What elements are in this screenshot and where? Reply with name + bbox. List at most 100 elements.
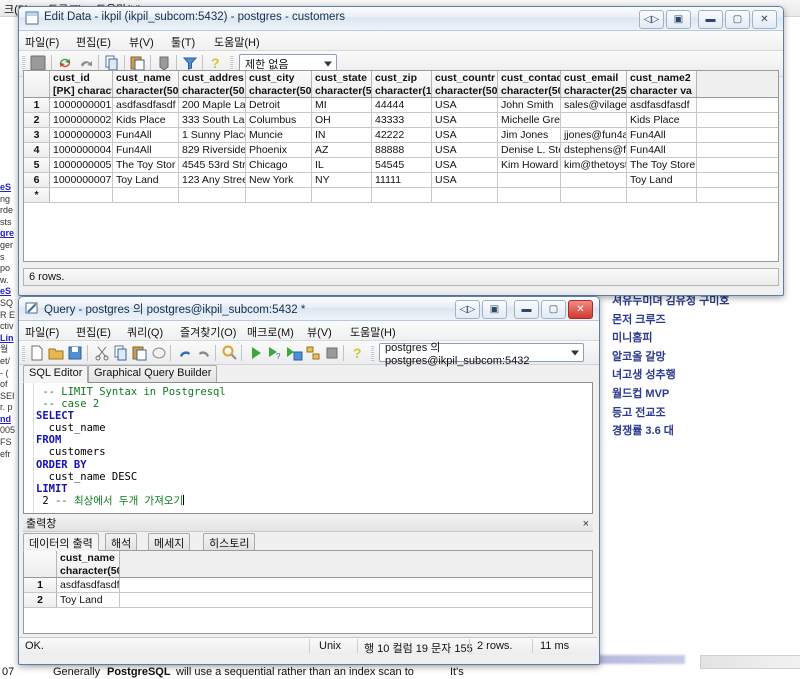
table-cell-cust_city[interactable]: Phoenix: [246, 143, 312, 157]
table-cell-cust_name[interactable]: Toy Land: [113, 173, 179, 187]
restore-down-icon[interactable]: ◁▷: [639, 10, 664, 29]
edit-data-grid[interactable]: cust_id [PK] charact cust_name character(50…: [23, 70, 779, 262]
table-row[interactable]: 6 1000000007 Toy Land 123 Any Stree New York…: [24, 173, 778, 188]
table-cell-cust_zip[interactable]: 11111: [372, 173, 432, 187]
sql-code[interactable]: -- LIMIT Syntax in Postgresql -- case 2S…: [36, 386, 590, 507]
query-titlebar[interactable]: Query - postgres 의 postgres@ikpil_subcom…: [19, 297, 599, 321]
menu-edit[interactable]: 편집(E): [76, 34, 111, 50]
row-number[interactable]: 1: [24, 98, 50, 112]
column-header-cust_name[interactable]: cust_name character(50: [113, 71, 179, 97]
menu-help[interactable]: 도움말(H): [214, 34, 260, 50]
column-header-cust_countr[interactable]: cust_countr character(50: [432, 71, 498, 97]
table-cell-cust_name[interactable]: asdfasdfasdf: [113, 98, 179, 112]
table-cell-cust_countr[interactable]: USA: [432, 158, 498, 172]
table-row[interactable]: 1 asdfasdfasdf: [24, 578, 592, 593]
table-cell-cust_name2[interactable]: Toy Land: [627, 173, 697, 187]
table-cell-cust_contac[interactable]: Denise L. Ste|: [498, 143, 561, 157]
new-file-icon[interactable]: [28, 344, 46, 362]
maximize-icon[interactable]: ▢: [725, 10, 750, 29]
row-number[interactable]: 4: [24, 143, 50, 157]
row-number[interactable]: 3: [24, 128, 50, 142]
minimize-icon[interactable]: ▬: [698, 10, 723, 29]
table-cell-cust_zip[interactable]: [372, 188, 432, 202]
table-cell-cust_zip[interactable]: 44444: [372, 98, 432, 112]
bg-right-link[interactable]: 녀고생 성추행: [612, 366, 800, 385]
query-window[interactable]: Query - postgres 의 postgres@ikpil_subcom…: [18, 296, 600, 665]
cut-icon[interactable]: [93, 344, 111, 362]
query-tabs[interactable]: SQL Editor Graphical Query Builder: [23, 365, 593, 383]
table-cell-cust_zip[interactable]: 54545: [372, 158, 432, 172]
menu-file[interactable]: 파일(F): [25, 324, 59, 340]
grid-corner-cell[interactable]: [24, 71, 50, 97]
column-header-cust_name2[interactable]: cust_name2 character va: [627, 71, 697, 97]
table-cell-cust_addres[interactable]: [179, 188, 246, 202]
row-number[interactable]: 2: [24, 113, 50, 127]
table-cell-cust_name[interactable]: Kids Place: [113, 113, 179, 127]
table-cell-cust_city[interactable]: [246, 188, 312, 202]
table-cell-cust_state[interactable]: OH: [312, 113, 372, 127]
row-number[interactable]: 2: [24, 593, 57, 607]
table-cell-cust_id[interactable]: [50, 188, 113, 202]
toolbar-grip[interactable]: [230, 55, 233, 71]
paste-icon[interactable]: [131, 344, 149, 362]
query-toolbar[interactable]: ? ? postgres 의 postgres@ikpil_subcom:543…: [19, 341, 599, 367]
table-cell-cust_name2[interactable]: asdfasdfasdf: [627, 98, 697, 112]
query-window-buttons[interactable]: ◁▷ ▣ ▬ ▢ ✕: [455, 300, 593, 319]
connection-combo[interactable]: postgres 의 postgres@ikpil_subcom:5432: [379, 342, 584, 367]
find-icon[interactable]: [221, 344, 239, 362]
row-number[interactable]: 5: [24, 158, 50, 172]
column-header-cust_city[interactable]: cust_city character(50: [246, 71, 312, 97]
table-cell-cust_countr[interactable]: USA: [432, 143, 498, 157]
table-cell-cust_email[interactable]: jjones@fun4al: [561, 128, 627, 142]
table-cell-cust_addres[interactable]: 829 Riverside: [179, 143, 246, 157]
table-cell-cust_addres[interactable]: 333 South Lal: [179, 113, 246, 127]
table-cell-cust_city[interactable]: Muncie: [246, 128, 312, 142]
float-icon[interactable]: ▣: [666, 10, 691, 29]
bg-right-link[interactable]: 등고 전교조: [612, 404, 800, 423]
table-row[interactable]: 2 1000000002 Kids Place 333 South Lal Columb…: [24, 113, 778, 128]
table-cell-cust_zip[interactable]: 88888: [372, 143, 432, 157]
bg-right-link[interactable]: 미니홈피: [612, 329, 800, 348]
table-cell-cust_email[interactable]: dstephens@fu: [561, 143, 627, 157]
float-icon[interactable]: ▣: [482, 300, 507, 319]
table-row[interactable]: *: [24, 188, 778, 203]
column-header-cust_state[interactable]: cust_state character(5): [312, 71, 372, 97]
table-row[interactable]: 4 1000000004 Fun4All 829 Riverside Phoenix AZ…: [24, 143, 778, 158]
row-number[interactable]: *: [24, 188, 50, 202]
execute-to-file-icon[interactable]: [285, 344, 303, 362]
menu-favorites[interactable]: 즐겨찾기(O): [180, 324, 236, 340]
row-number[interactable]: 1: [24, 578, 57, 592]
execute-icon[interactable]: [247, 344, 265, 362]
table-cell-cust_name[interactable]: Fun4All: [113, 128, 179, 142]
copy-icon[interactable]: [112, 344, 130, 362]
table-cell-cust_addres[interactable]: 200 Maple Lar: [179, 98, 246, 112]
menu-macro[interactable]: 매크로(M): [247, 324, 294, 340]
table-cell-cust_addres[interactable]: 1 Sunny Place: [179, 128, 246, 142]
table-cell-cust_id[interactable]: 1000000003: [50, 128, 113, 142]
menu-view[interactable]: 뷰(V): [129, 34, 154, 50]
table-row[interactable]: 1 1000000001 asdfasdfasdf 200 Maple Lar Detr…: [24, 98, 778, 113]
edit-data-window[interactable]: Edit Data - ikpil (ikpil_subcom:5432) - …: [18, 6, 784, 296]
table-cell-cust_name[interactable]: Fun4All: [113, 143, 179, 157]
edit-data-titlebar[interactable]: Edit Data - ikpil (ikpil_subcom:5432) - …: [19, 7, 783, 31]
explain-analyze-icon[interactable]: [304, 344, 322, 362]
row-number[interactable]: 6: [24, 173, 50, 187]
column-header-cust_contac[interactable]: cust_contac character(50: [498, 71, 561, 97]
table-cell-cust_id[interactable]: 1000000004: [50, 143, 113, 157]
table-row[interactable]: 5 1000000005 The Toy Stor 4545 53rd Str Chic…: [24, 158, 778, 173]
output-grid[interactable]: cust_name character(50) 1 asdfasdfasdf 2 Toy …: [23, 550, 593, 634]
table-cell-cust_state[interactable]: IL: [312, 158, 372, 172]
output-tabs[interactable]: 데이터의 출력 해석 메세지 히스토리: [23, 533, 593, 551]
column-header-cust_name[interactable]: cust_name character(50): [57, 551, 120, 577]
table-cell-cust_email[interactable]: [561, 173, 627, 187]
menu-edit[interactable]: 편집(E): [76, 324, 111, 340]
grid-corner-cell[interactable]: [24, 551, 57, 577]
table-cell-cust_addres[interactable]: 4545 53rd Str: [179, 158, 246, 172]
redo-icon[interactable]: [195, 344, 213, 362]
bg-right-link[interactable]: 경쟁률 3.6 대: [612, 422, 800, 441]
column-header-cust_zip[interactable]: cust_zip character(10: [372, 71, 432, 97]
table-cell-cust_addres[interactable]: 123 Any Stree: [179, 173, 246, 187]
close-icon[interactable]: ✕: [568, 300, 593, 319]
bg-right-link[interactable]: 월드컵 MVP: [612, 385, 800, 404]
table-cell-cust_zip[interactable]: 42222: [372, 128, 432, 142]
